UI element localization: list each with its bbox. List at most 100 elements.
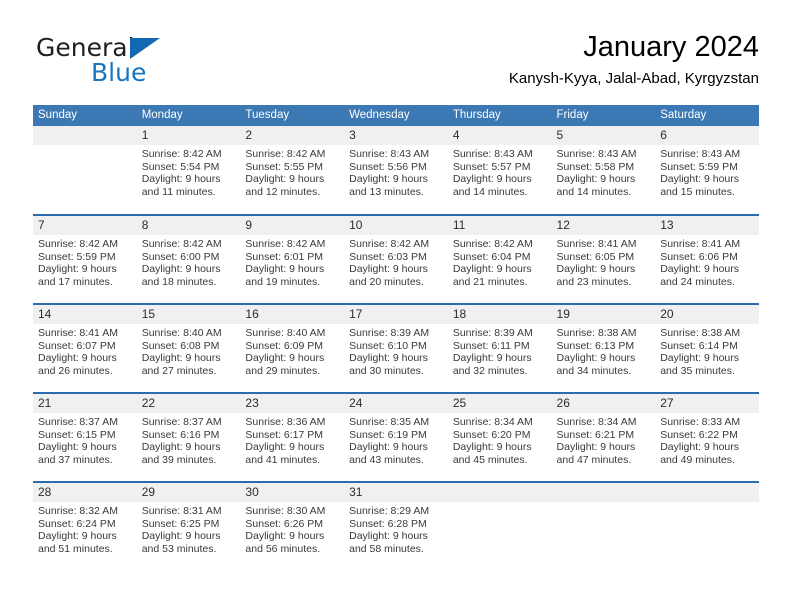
calendar-day-cell[interactable]: 6 Sunrise: 8:43 AM Sunset: 5:59 PM Daylight…	[655, 126, 759, 215]
sunrise-text: Sunrise: 8:41 AM	[556, 238, 637, 250]
daylight-text-line2: and 19 minutes.	[245, 275, 321, 288]
daylight-text-line1: Daylight: 9 hours	[245, 352, 325, 365]
calendar-day-cell[interactable]: 22 Sunrise: 8:37 AM Sunset: 6:16 PM Dayligh…	[136, 392, 241, 482]
calendar-header-row-group: Sunday Monday Tuesday Wednesday Thursday…	[33, 105, 759, 126]
day-details: Sunrise: 8:38 AM Sunset: 6:13 PM Daylight:…	[552, 324, 656, 377]
calendar-day-cell[interactable]: 29 Sunrise: 8:31 AM Sunset: 6:25 PM Dayligh…	[136, 481, 241, 571]
daylight-text-line2: and 30 minutes.	[349, 364, 424, 377]
day-cell-inner: 17 Sunrise: 8:39 AM Sunset: 6:10 PM Dayligh…	[344, 305, 448, 392]
day-cell-inner: 9 Sunrise: 8:42 AM Sunset: 6:01 PM Daylight…	[240, 216, 345, 303]
calendar-day-cell[interactable]: 10 Sunrise: 8:42 AM Sunset: 6:03 PM Dayligh…	[344, 214, 448, 304]
daylight-text-line1: Daylight: 9 hours	[38, 441, 117, 454]
calendar-day-cell[interactable]: 23 Sunrise: 8:36 AM Sunset: 6:17 PM Dayligh…	[240, 392, 345, 482]
calendar-day-cell[interactable]: 25 Sunrise: 8:34 AM Sunset: 6:20 PM Dayligh…	[447, 392, 552, 482]
calendar-day-cell[interactable]: 9 Sunrise: 8:42 AM Sunset: 6:01 PM Daylight…	[240, 214, 345, 304]
daylight-text-line2: and 37 minutes.	[38, 453, 113, 466]
calendar-day-cell[interactable]: 1 Sunrise: 8:42 AM Sunset: 5:54 PM Daylight…	[136, 126, 241, 215]
day-details: Sunrise: 8:30 AM Sunset: 6:26 PM Daylight:…	[240, 502, 344, 555]
day-details: Sunrise: 8:42 AM Sunset: 5:55 PM Daylight:…	[240, 145, 344, 198]
daylight-text-line2: and 35 minutes.	[660, 364, 735, 377]
calendar-cell-empty	[655, 481, 759, 571]
calendar-day-cell[interactable]: 17 Sunrise: 8:39 AM Sunset: 6:10 PM Dayligh…	[344, 303, 448, 393]
daylight-text-line2: and 21 minutes.	[452, 275, 528, 288]
calendar-day-cell[interactable]: 11 Sunrise: 8:42 AM Sunset: 6:04 PM Dayligh…	[447, 214, 552, 304]
sunset-text: Sunset: 6:19 PM	[349, 428, 427, 441]
day-number: 12	[551, 216, 656, 235]
calendar-day-cell[interactable]: 19 Sunrise: 8:38 AM Sunset: 6:13 PM Dayligh…	[551, 303, 656, 393]
day-details: Sunrise: 8:41 AM Sunset: 6:07 PM Daylight:…	[33, 324, 137, 377]
calendar-day-cell[interactable]: 18 Sunrise: 8:39 AM Sunset: 6:11 PM Dayligh…	[447, 303, 552, 393]
calendar-day-cell[interactable]: 15 Sunrise: 8:40 AM Sunset: 6:08 PM Dayligh…	[136, 303, 241, 393]
sunset-text: Sunset: 6:24 PM	[38, 517, 116, 530]
day-details: Sunrise: 8:33 AM Sunset: 6:22 PM Daylight:…	[655, 413, 759, 466]
logo-text-blue: Blue	[91, 58, 147, 87]
daylight-text-line2: and 56 minutes.	[245, 542, 321, 555]
daylight-text-line2: and 53 minutes.	[141, 542, 217, 555]
day-number: 30	[240, 483, 345, 502]
daylight-text-line1: Daylight: 9 hours	[245, 173, 325, 186]
sunrise-text: Sunrise: 8:42 AM	[245, 238, 326, 250]
calendar-day-cell[interactable]: 8 Sunrise: 8:42 AM Sunset: 6:00 PM Daylight…	[136, 214, 241, 304]
daylight-text-line1: Daylight: 9 hours	[452, 173, 532, 186]
sunrise-text: Sunrise: 8:39 AM	[452, 327, 533, 339]
sunrise-text: Sunrise: 8:31 AM	[141, 505, 222, 517]
sunrise-text: Sunrise: 8:43 AM	[660, 148, 741, 160]
day-cell-inner: 21 Sunrise: 8:37 AM Sunset: 6:15 PM Dayligh…	[33, 394, 137, 481]
calendar-day-cell[interactable]: 7 Sunrise: 8:42 AM Sunset: 5:59 PM Daylight…	[33, 214, 137, 304]
day-number: 27	[655, 394, 759, 413]
calendar-day-cell[interactable]: 4 Sunrise: 8:43 AM Sunset: 5:57 PM Daylight…	[447, 126, 552, 215]
day-details: Sunrise: 8:29 AM Sunset: 6:28 PM Daylight:…	[344, 502, 448, 555]
calendar-day-cell[interactable]: 27 Sunrise: 8:33 AM Sunset: 6:22 PM Dayligh…	[655, 392, 759, 482]
day-cell-inner	[551, 483, 656, 571]
sunset-text: Sunset: 6:25 PM	[141, 517, 220, 530]
weekday-header-wednesday: Wednesday	[344, 105, 448, 126]
calendar-table: Sunday Monday Tuesday Wednesday Thursday…	[33, 105, 759, 571]
calendar-day-cell[interactable]: 20 Sunrise: 8:38 AM Sunset: 6:14 PM Dayligh…	[655, 303, 759, 393]
calendar-day-cell[interactable]: 30 Sunrise: 8:30 AM Sunset: 6:26 PM Dayligh…	[240, 481, 345, 571]
sunset-text: Sunset: 5:56 PM	[349, 160, 427, 173]
sunset-text: Sunset: 6:11 PM	[452, 339, 530, 352]
calendar-day-cell[interactable]: 24 Sunrise: 8:35 AM Sunset: 6:19 PM Dayligh…	[344, 392, 448, 482]
day-details: Sunrise: 8:41 AM Sunset: 6:06 PM Daylight:…	[655, 235, 759, 288]
sunset-text: Sunset: 6:13 PM	[556, 339, 635, 352]
day-number: 9	[240, 216, 345, 235]
day-cell-inner: 13 Sunrise: 8:41 AM Sunset: 6:06 PM Dayligh…	[655, 216, 759, 303]
day-cell-inner	[33, 126, 137, 214]
day-cell-inner: 30 Sunrise: 8:30 AM Sunset: 6:26 PM Dayligh…	[240, 483, 345, 571]
sunrise-text: Sunrise: 8:33 AM	[660, 416, 741, 428]
day-number: 13	[655, 216, 759, 235]
daylight-text-line1: Daylight: 9 hours	[556, 352, 636, 365]
sunset-text: Sunset: 5:59 PM	[660, 160, 738, 173]
sunset-text: Sunset: 5:54 PM	[141, 160, 220, 173]
calendar-day-cell[interactable]: 16 Sunrise: 8:40 AM Sunset: 6:09 PM Dayligh…	[240, 303, 345, 393]
daylight-text-line2: and 47 minutes.	[556, 453, 632, 466]
calendar-day-cell[interactable]: 13 Sunrise: 8:41 AM Sunset: 6:06 PM Dayligh…	[655, 214, 759, 304]
sunset-text: Sunset: 6:21 PM	[556, 428, 635, 441]
calendar-day-cell[interactable]: 14 Sunrise: 8:41 AM Sunset: 6:07 PM Dayligh…	[33, 303, 137, 393]
calendar-page: General Blue January 2024 Kanysh-Kyya, J…	[0, 0, 792, 612]
page-header: General Blue January 2024 Kanysh-Kyya, J…	[33, 28, 759, 98]
calendar-day-cell[interactable]: 2 Sunrise: 8:42 AM Sunset: 5:55 PM Daylight…	[240, 126, 345, 215]
calendar-day-cell[interactable]: 21 Sunrise: 8:37 AM Sunset: 6:15 PM Dayligh…	[33, 392, 137, 482]
sunrise-text: Sunrise: 8:37 AM	[38, 416, 118, 428]
day-number	[447, 483, 552, 502]
day-number: 28	[33, 483, 137, 502]
sunrise-text: Sunrise: 8:38 AM	[660, 327, 741, 339]
daylight-text-line1: Daylight: 9 hours	[349, 173, 428, 186]
daylight-text-line2: and 43 minutes.	[349, 453, 424, 466]
sunset-text: Sunset: 6:15 PM	[38, 428, 116, 441]
sunset-text: Sunset: 6:22 PM	[660, 428, 738, 441]
daylight-text-line2: and 41 minutes.	[245, 453, 321, 466]
daylight-text-line2: and 14 minutes.	[556, 185, 632, 198]
day-number: 6	[655, 126, 759, 145]
daylight-text-line1: Daylight: 9 hours	[245, 530, 325, 543]
calendar-day-cell[interactable]: 26 Sunrise: 8:34 AM Sunset: 6:21 PM Dayligh…	[551, 392, 656, 482]
calendar-day-cell[interactable]: 12 Sunrise: 8:41 AM Sunset: 6:05 PM Dayligh…	[551, 214, 656, 304]
calendar-day-cell[interactable]: 28 Sunrise: 8:32 AM Sunset: 6:24 PM Dayligh…	[33, 481, 137, 571]
sunrise-text: Sunrise: 8:42 AM	[38, 238, 118, 250]
calendar-day-cell[interactable]: 5 Sunrise: 8:43 AM Sunset: 5:58 PM Daylight…	[551, 126, 656, 215]
calendar-day-cell[interactable]: 3 Sunrise: 8:43 AM Sunset: 5:56 PM Daylight…	[344, 126, 448, 215]
sunset-text: Sunset: 6:04 PM	[452, 250, 531, 263]
calendar-day-cell[interactable]: 31 Sunrise: 8:29 AM Sunset: 6:28 PM Dayligh…	[344, 481, 448, 571]
day-number: 4	[447, 126, 552, 145]
